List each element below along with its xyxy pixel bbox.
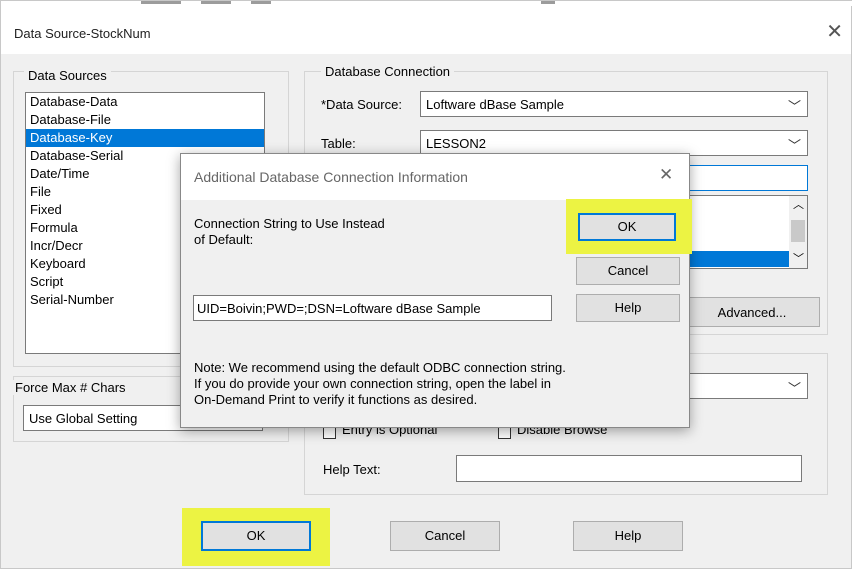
advanced-button[interactable]: Advanced... xyxy=(684,297,820,327)
key-list-scrollbar[interactable]: ︿ ﹀ xyxy=(789,196,807,268)
entry-type-select[interactable]: ﹀ xyxy=(681,373,808,399)
data-source-value: Loftware dBase Sample xyxy=(426,97,565,112)
dialog-ok-button[interactable]: OK xyxy=(578,213,676,241)
scroll-down-icon[interactable]: ﹀ xyxy=(793,250,804,266)
help-text-input[interactable] xyxy=(456,455,802,482)
chevron-down-icon: ﹀ xyxy=(787,139,801,154)
data-sources-label: Data Sources xyxy=(24,68,111,83)
cancel-button[interactable]: Cancel xyxy=(390,521,500,551)
data-source-select[interactable]: Loftware dBase Sample ﹀ xyxy=(420,91,808,117)
help-text-label: Help Text: xyxy=(323,462,381,477)
scroll-up-icon[interactable]: ︿ xyxy=(793,196,804,212)
title-bar: Data Source-StockNum ✕ xyxy=(1,6,851,54)
force-max-value: Use Global Setting xyxy=(29,411,138,426)
chevron-down-icon: ﹀ xyxy=(787,382,801,397)
key-field-list[interactable]: ︿ ﹀ xyxy=(681,195,808,269)
dialog-help-button[interactable]: Help xyxy=(576,294,680,322)
data-source-item[interactable]: Database-Data xyxy=(26,93,264,111)
dialog-title-bar: Additional Database Connection Informati… xyxy=(181,154,689,200)
note-line2: If you do provide your own connection st… xyxy=(194,376,552,391)
chevron-down-icon: ﹀ xyxy=(787,100,801,115)
connection-prompt-line1: Connection String to Use Instead xyxy=(194,216,385,231)
help-button[interactable]: Help xyxy=(573,521,683,551)
connection-prompt-line2: of Default: xyxy=(194,232,254,247)
dialog-cancel-button[interactable]: Cancel xyxy=(576,257,680,285)
data-source-field-label: *Data Source: xyxy=(321,97,402,112)
force-max-label: Force Max # Chars xyxy=(11,380,130,395)
ok-button[interactable]: OK xyxy=(201,521,311,551)
close-icon[interactable]: ✕ xyxy=(659,165,673,185)
key-field-input[interactable] xyxy=(681,165,808,191)
close-icon[interactable]: ✕ xyxy=(826,19,843,43)
db-connection-label: Database Connection xyxy=(321,64,455,79)
table-value: LESSON2 xyxy=(426,136,486,151)
window-title: Data Source-StockNum xyxy=(14,26,151,41)
data-source-item[interactable]: Database-Key xyxy=(26,129,264,147)
connection-string-input[interactable]: UID=Boivin;PWD=;DSN=Loftware dBase Sampl… xyxy=(193,295,552,321)
key-list-selected-row[interactable] xyxy=(682,251,789,267)
note-line1: Note: We recommend using the default ODB… xyxy=(194,360,566,375)
table-field-label: Table: xyxy=(321,136,356,151)
scroll-thumb[interactable] xyxy=(791,220,805,242)
note-line3: On-Demand Print to verify it functions a… xyxy=(194,392,478,407)
data-source-item[interactable]: Database-File xyxy=(26,111,264,129)
additional-connection-dialog: Additional Database Connection Informati… xyxy=(180,153,692,428)
dialog-title: Additional Database Connection Informati… xyxy=(194,169,468,185)
connection-string-value: UID=Boivin;PWD=;DSN=Loftware dBase Sampl… xyxy=(197,301,481,316)
